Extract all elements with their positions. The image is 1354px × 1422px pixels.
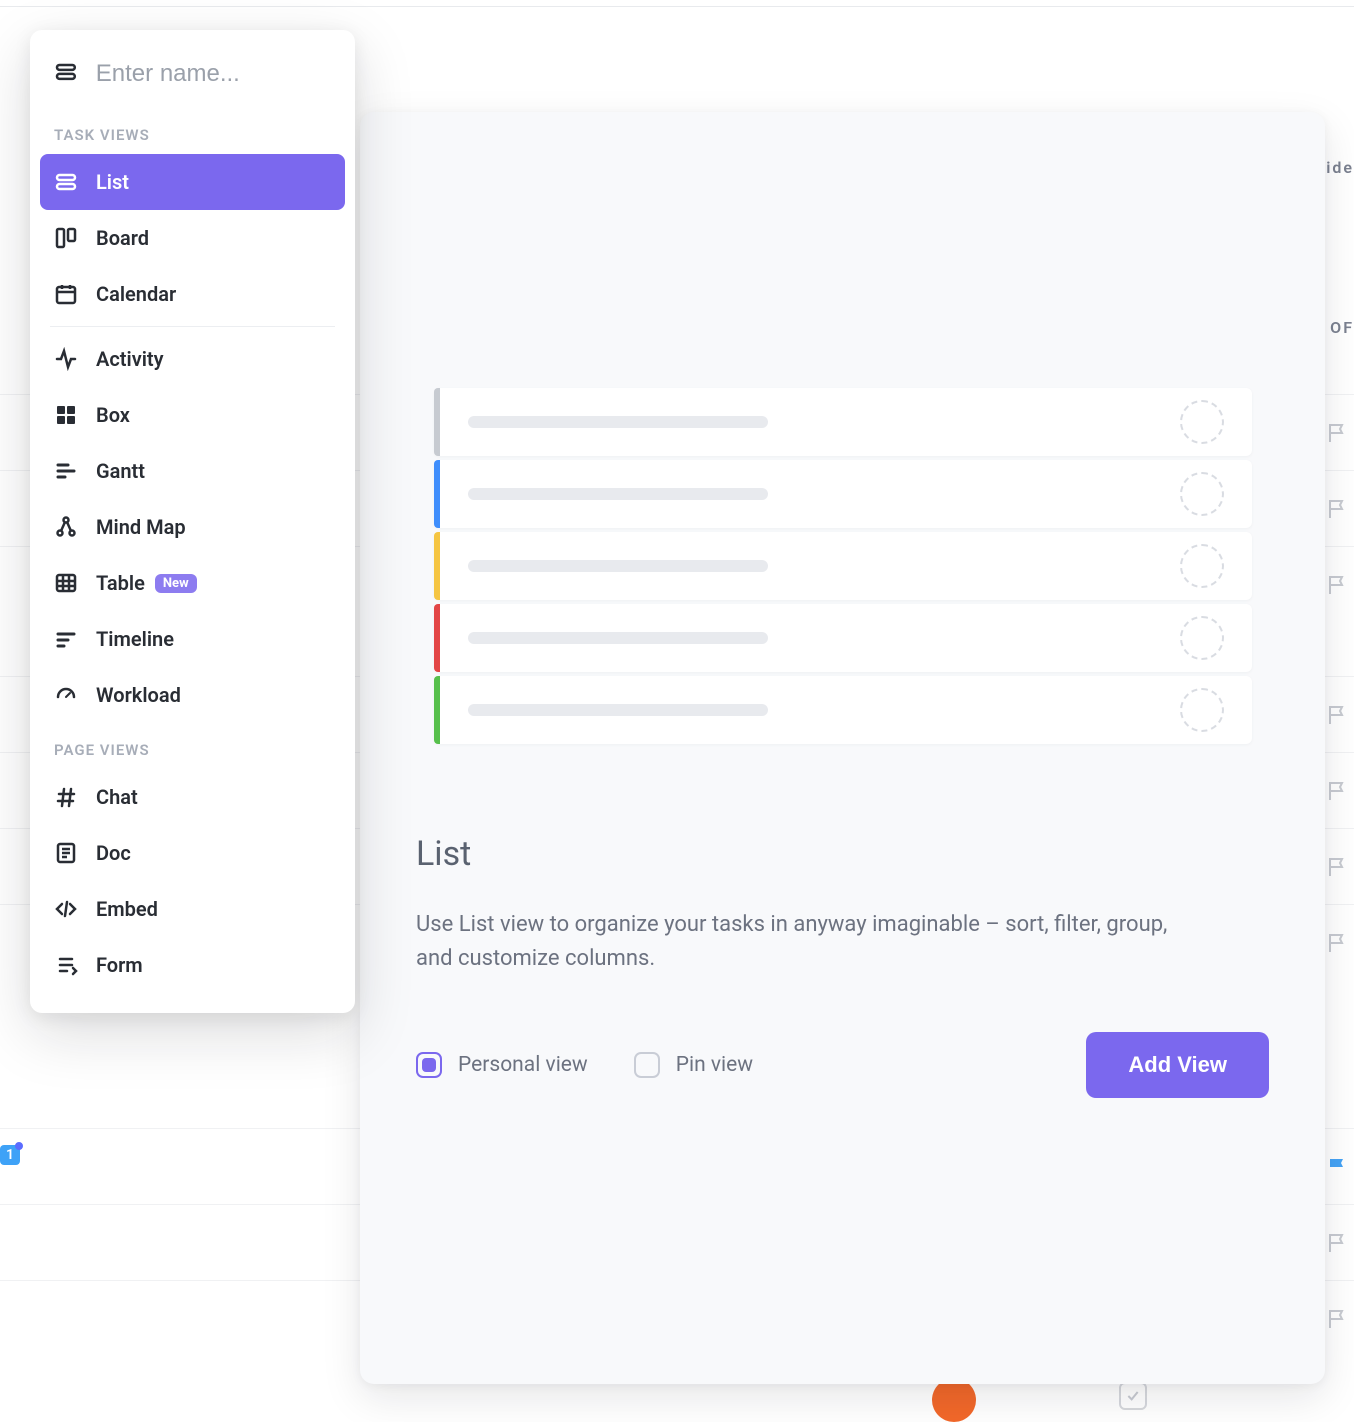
mindmap-icon <box>54 515 78 539</box>
popover-header <box>30 30 355 108</box>
calendar-icon <box>54 282 78 306</box>
views-popover: TASK VIEWS List Board Calendar Activity … <box>30 30 355 1013</box>
bg-text-hide: ide <box>1326 158 1354 177</box>
row-checkbox[interactable] <box>1119 1382 1147 1410</box>
panel-description: Use List view to organize your tasks in … <box>416 908 1196 976</box>
view-item-label: Calendar <box>96 282 176 306</box>
box-icon <box>54 403 78 427</box>
placeholder-avatar <box>1180 544 1224 588</box>
view-item-label: Box <box>96 403 130 427</box>
flag-icon <box>1326 1307 1350 1331</box>
flag-icon <box>1326 703 1350 727</box>
pin-view-checkbox[interactable] <box>634 1052 660 1078</box>
view-item-label: Embed <box>96 897 158 921</box>
page-views-list: Chat Doc Embed Form <box>30 769 355 993</box>
flag-icon <box>1326 855 1350 879</box>
placeholder-bar <box>468 416 768 428</box>
preview-illustration <box>434 388 1252 744</box>
view-item-gantt[interactable]: Gantt <box>40 443 345 499</box>
view-item-label: Timeline <box>96 627 174 651</box>
placeholder-bar <box>468 488 768 500</box>
flag-icon <box>1326 421 1350 445</box>
new-badge: New <box>155 574 197 593</box>
list-icon <box>54 170 78 194</box>
placeholder-avatar <box>1180 616 1224 660</box>
add-view-button[interactable]: Add View <box>1086 1032 1269 1098</box>
personal-view-checkbox[interactable] <box>416 1052 442 1078</box>
preview-row <box>434 532 1252 600</box>
placeholder-avatar <box>1180 688 1224 732</box>
timeline-icon <box>54 627 78 651</box>
activity-icon <box>54 347 78 371</box>
placeholder-bar <box>468 560 768 572</box>
view-item-box[interactable]: Box <box>40 387 345 443</box>
placeholder-bar <box>468 632 768 644</box>
preview-row <box>434 604 1252 672</box>
view-name-input[interactable] <box>96 60 331 88</box>
bg-text-op: OF <box>1330 318 1354 337</box>
view-item-workload[interactable]: Workload <box>40 667 345 723</box>
section-label-page-views: PAGE VIEWS <box>30 723 355 769</box>
placeholder-avatar <box>1180 472 1224 516</box>
view-item-label: List <box>96 170 129 194</box>
workload-icon <box>54 683 78 707</box>
doc-icon <box>54 841 78 865</box>
avatar[interactable] <box>932 1378 976 1422</box>
flag-icon <box>1326 497 1350 521</box>
stripe <box>434 604 440 672</box>
view-item-table[interactable]: Table New <box>40 555 345 611</box>
personal-view-label: Personal view <box>458 1053 588 1077</box>
stripe <box>434 676 440 744</box>
placeholder-bar <box>468 704 768 716</box>
section-label-task-views: TASK VIEWS <box>30 108 355 154</box>
pin-view-label: Pin view <box>676 1053 753 1077</box>
flag-icon <box>1326 1231 1350 1255</box>
view-item-label: Form <box>96 953 143 977</box>
divider <box>50 326 335 327</box>
flag-icon <box>1326 931 1350 955</box>
view-item-form[interactable]: Form <box>40 937 345 993</box>
view-item-label: Board <box>96 226 149 250</box>
notification-badge[interactable]: 1 <box>0 1145 20 1165</box>
view-item-label: Table <box>96 571 145 595</box>
gantt-icon <box>54 459 78 483</box>
view-item-label: Chat <box>96 785 138 809</box>
stripe <box>434 532 440 600</box>
preview-panel: List Use List view to organize your task… <box>360 112 1325 1384</box>
placeholder-avatar <box>1180 400 1224 444</box>
board-icon <box>54 226 78 250</box>
list-icon <box>54 60 78 88</box>
flag-icon <box>1326 779 1350 803</box>
view-item-label: Activity <box>96 347 164 371</box>
view-item-list[interactable]: List <box>40 154 345 210</box>
view-item-chat[interactable]: Chat <box>40 769 345 825</box>
view-item-embed[interactable]: Embed <box>40 881 345 937</box>
preview-row <box>434 460 1252 528</box>
view-item-label: Gantt <box>96 459 145 483</box>
stripe <box>434 388 440 456</box>
view-item-mindmap[interactable]: Mind Map <box>40 499 345 555</box>
page-top-border <box>0 6 1354 7</box>
view-item-activity[interactable]: Activity <box>40 331 345 387</box>
stripe <box>434 460 440 528</box>
view-item-board[interactable]: Board <box>40 210 345 266</box>
view-item-label: Workload <box>96 683 181 707</box>
view-item-timeline[interactable]: Timeline <box>40 611 345 667</box>
hash-icon <box>54 785 78 809</box>
embed-icon <box>54 897 78 921</box>
view-item-label: Mind Map <box>96 515 186 539</box>
preview-row <box>434 388 1252 456</box>
view-item-doc[interactable]: Doc <box>40 825 345 881</box>
panel-footer: Personal view Pin view Add View <box>416 1032 1269 1098</box>
view-item-label: Doc <box>96 841 131 865</box>
task-views-list: List Board Calendar Activity Box Gantt M… <box>30 154 355 723</box>
flag-icon <box>1326 573 1350 597</box>
view-item-calendar[interactable]: Calendar <box>40 266 345 322</box>
form-icon <box>54 953 78 977</box>
panel-title: List <box>416 834 1269 874</box>
preview-row <box>434 676 1252 744</box>
flag-solid-icon <box>1326 1155 1350 1179</box>
table-icon <box>54 571 78 595</box>
